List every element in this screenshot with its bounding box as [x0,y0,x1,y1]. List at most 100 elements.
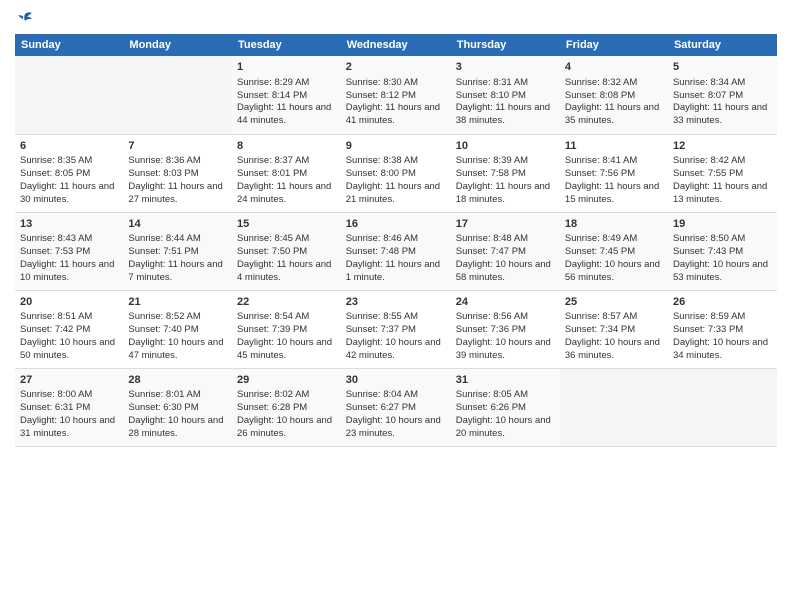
calendar-cell: 29Sunrise: 8:02 AMSunset: 6:28 PMDayligh… [232,368,341,446]
day-info-line: Sunset: 8:05 PM [20,168,118,181]
day-number: 19 [673,217,772,232]
day-info-line: Sunrise: 8:34 AM [673,77,772,90]
calendar-header [15,10,777,26]
calendar-cell: 17Sunrise: 8:48 AMSunset: 7:47 PMDayligh… [451,212,560,290]
day-info-line: Daylight: 10 hours and 53 minutes. [673,259,772,285]
day-info-line: Sunset: 6:26 PM [456,402,555,415]
day-info-line: Daylight: 10 hours and 28 minutes. [128,415,227,441]
day-info-line: Sunrise: 8:41 AM [565,155,663,168]
day-number: 20 [20,295,118,310]
day-info-line: Sunrise: 8:54 AM [237,311,336,324]
calendar-cell: 2Sunrise: 8:30 AMSunset: 8:12 PMDaylight… [341,56,451,134]
day-info-line: Sunset: 8:10 PM [456,90,555,103]
day-info-line: Sunset: 7:47 PM [456,246,555,259]
calendar-cell: 21Sunrise: 8:52 AMSunset: 7:40 PMDayligh… [123,290,232,368]
calendar-cell: 10Sunrise: 8:39 AMSunset: 7:58 PMDayligh… [451,134,560,212]
day-info-line: Sunrise: 8:52 AM [128,311,227,324]
day-info-line: Sunrise: 8:04 AM [346,389,446,402]
day-info-line: Daylight: 10 hours and 36 minutes. [565,337,663,363]
calendar-cell: 31Sunrise: 8:05 AMSunset: 6:26 PMDayligh… [451,368,560,446]
day-info-line: Sunrise: 8:02 AM [237,389,336,402]
day-info-line: Sunset: 6:28 PM [237,402,336,415]
week-row-3: 13Sunrise: 8:43 AMSunset: 7:53 PMDayligh… [15,212,777,290]
calendar-cell: 19Sunrise: 8:50 AMSunset: 7:43 PMDayligh… [668,212,777,290]
day-info-line: Sunset: 7:55 PM [673,168,772,181]
day-number: 9 [346,139,446,154]
week-row-5: 27Sunrise: 8:00 AMSunset: 6:31 PMDayligh… [15,368,777,446]
day-info-line: Sunset: 7:37 PM [346,324,446,337]
day-info-line: Daylight: 11 hours and 38 minutes. [456,102,555,128]
calendar-cell [560,368,668,446]
calendar-cell: 6Sunrise: 8:35 AMSunset: 8:05 PMDaylight… [15,134,123,212]
calendar-cell: 12Sunrise: 8:42 AMSunset: 7:55 PMDayligh… [668,134,777,212]
day-info-line: Daylight: 11 hours and 18 minutes. [456,181,555,207]
day-info-line: Sunset: 7:43 PM [673,246,772,259]
calendar-cell: 25Sunrise: 8:57 AMSunset: 7:34 PMDayligh… [560,290,668,368]
day-number: 7 [128,139,227,154]
calendar-table: SundayMondayTuesdayWednesdayThursdayFrid… [15,34,777,447]
day-info-line: Sunset: 8:00 PM [346,168,446,181]
weekday-header-friday: Friday [560,34,668,56]
day-info-line: Sunrise: 8:30 AM [346,77,446,90]
day-info-line: Sunrise: 8:50 AM [673,233,772,246]
day-info-line: Sunset: 8:08 PM [565,90,663,103]
day-number: 15 [237,217,336,232]
day-info-line: Sunrise: 8:59 AM [673,311,772,324]
day-info-line: Sunrise: 8:35 AM [20,155,118,168]
day-info-line: Sunset: 7:50 PM [237,246,336,259]
day-info-line: Daylight: 11 hours and 27 minutes. [128,181,227,207]
day-number: 5 [673,60,772,75]
day-number: 3 [456,60,555,75]
calendar-cell: 30Sunrise: 8:04 AMSunset: 6:27 PMDayligh… [341,368,451,446]
day-info-line: Sunset: 7:40 PM [128,324,227,337]
day-info-line: Sunset: 7:58 PM [456,168,555,181]
day-info-line: Sunrise: 8:31 AM [456,77,555,90]
calendar-cell: 3 Sunrise: 8:31 AMSunset: 8:10 PMDaylight… [451,56,560,134]
day-info-line: Daylight: 10 hours and 34 minutes. [673,337,772,363]
weekday-header-saturday: Saturday [668,34,777,56]
day-info-line: Sunrise: 8:46 AM [346,233,446,246]
day-info-line: Daylight: 11 hours and 4 minutes. [237,259,336,285]
day-number: 29 [237,373,336,388]
calendar-cell: 20Sunrise: 8:51 AMSunset: 7:42 PMDayligh… [15,290,123,368]
day-info-line: Sunset: 7:36 PM [456,324,555,337]
calendar-cell: 18Sunrise: 8:49 AMSunset: 7:45 PMDayligh… [560,212,668,290]
week-row-2: 6Sunrise: 8:35 AMSunset: 8:05 PMDaylight… [15,134,777,212]
day-info-line: Daylight: 10 hours and 39 minutes. [456,337,555,363]
day-info-line: Daylight: 11 hours and 41 minutes. [346,102,446,128]
day-info-line: Sunset: 6:30 PM [128,402,227,415]
day-info-line: Daylight: 11 hours and 21 minutes. [346,181,446,207]
day-info-line: Sunset: 8:12 PM [346,90,446,103]
day-info-line: Daylight: 10 hours and 56 minutes. [565,259,663,285]
day-number: 12 [673,139,772,154]
day-info-line: Daylight: 10 hours and 58 minutes. [456,259,555,285]
calendar-cell: 27Sunrise: 8:00 AMSunset: 6:31 PMDayligh… [15,368,123,446]
day-info-line: Sunset: 8:03 PM [128,168,227,181]
day-number: 31 [456,373,555,388]
day-info-line: Sunset: 7:39 PM [237,324,336,337]
day-info-line: Sunrise: 8:44 AM [128,233,227,246]
day-number: 10 [456,139,555,154]
logo[interactable] [15,10,33,26]
day-info-line: Daylight: 10 hours and 23 minutes. [346,415,446,441]
day-number: 4 [565,60,663,75]
calendar-cell: 14Sunrise: 8:44 AMSunset: 7:51 PMDayligh… [123,212,232,290]
day-number: 25 [565,295,663,310]
day-info-line: Daylight: 10 hours and 20 minutes. [456,415,555,441]
day-number: 1 [237,60,336,75]
day-info-line: Sunrise: 8:48 AM [456,233,555,246]
day-number: 13 [20,217,118,232]
weekday-header-row: SundayMondayTuesdayWednesdayThursdayFrid… [15,34,777,56]
day-number: 18 [565,217,663,232]
day-info-line: Daylight: 11 hours and 13 minutes. [673,181,772,207]
day-info-line: Sunset: 7:56 PM [565,168,663,181]
day-info-line: Sunrise: 8:36 AM [128,155,227,168]
day-info-line: Daylight: 10 hours and 45 minutes. [237,337,336,363]
calendar-cell: 9Sunrise: 8:38 AMSunset: 8:00 PMDaylight… [341,134,451,212]
weekday-header-thursday: Thursday [451,34,560,56]
calendar-cell [668,368,777,446]
day-info-line: Sunrise: 8:42 AM [673,155,772,168]
week-row-4: 20Sunrise: 8:51 AMSunset: 7:42 PMDayligh… [15,290,777,368]
calendar-cell: 13Sunrise: 8:43 AMSunset: 7:53 PMDayligh… [15,212,123,290]
day-info-line: Daylight: 11 hours and 24 minutes. [237,181,336,207]
